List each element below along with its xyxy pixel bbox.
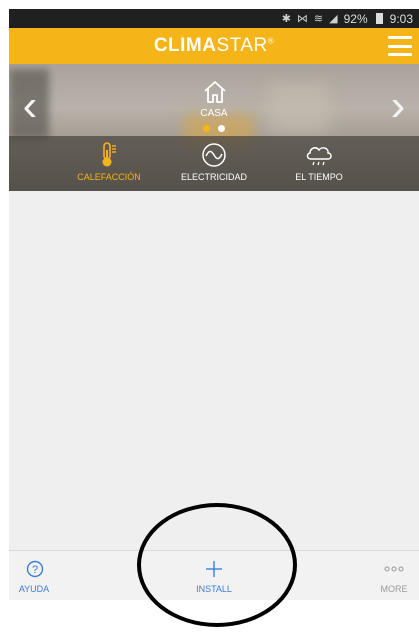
more-button[interactable]: MORE <box>369 551 419 600</box>
wifi-icon: ≋ <box>313 13 324 25</box>
app-screen: ✱ ⋈ ≋ ◢ 92% 9:03 CLIMASTAR® ‹ › CASA CAL… <box>9 9 419 600</box>
plus-icon <box>206 561 222 577</box>
tab-label: ELECTRICIDAD <box>180 172 247 182</box>
battery-level: 92% <box>343 11 368 26</box>
thermometer-icon <box>102 142 116 167</box>
chevron-left-icon[interactable]: ‹ <box>15 84 45 128</box>
help-button[interactable]: ? AYUDA <box>9 551 59 600</box>
weather-cloud-icon <box>306 147 332 166</box>
app-header: CLIMASTAR® <box>9 28 419 64</box>
battery-icon <box>375 13 383 24</box>
home-icon[interactable] <box>202 79 228 105</box>
location-carousel: ‹ › CASA CALEFACCIÓN ELECTRICIDAD EL TIE… <box>9 64 419 191</box>
install-label: INSTALL <box>196 584 232 594</box>
carousel-pager <box>9 125 419 132</box>
tab-el-tiempo[interactable]: EL TIEMPO <box>279 136 359 191</box>
chevron-right-icon[interactable]: › <box>383 84 413 128</box>
tab-label: CALEFACCIÓN <box>77 172 141 182</box>
clock: 9:03 <box>389 11 413 26</box>
category-tabs: CALEFACCIÓN ELECTRICIDAD EL TIEMPO <box>9 136 419 191</box>
signal-icon: ◢ <box>329 13 338 25</box>
more-dots-icon <box>384 566 404 572</box>
electricity-wave-icon <box>202 143 226 167</box>
tab-calefaccion[interactable]: CALEFACCIÓN <box>69 136 149 191</box>
bluetooth-icon: ✱ <box>281 13 291 25</box>
question-circle-icon: ? <box>26 560 44 578</box>
tab-label: EL TIEMPO <box>295 172 343 182</box>
hamburger-menu-icon[interactable] <box>388 36 412 56</box>
bottom-nav: ? AYUDA INSTALL MORE <box>9 550 419 600</box>
install-button[interactable]: INSTALL <box>179 551 249 600</box>
tab-electricidad[interactable]: ELECTRICIDAD <box>174 136 254 191</box>
brand-bold: CLIMA <box>153 35 217 56</box>
more-label: MORE <box>380 584 408 594</box>
brand-light: STAR <box>216 35 268 56</box>
svg-text:?: ? <box>32 564 38 576</box>
mute-icon: ⋈ <box>296 13 308 25</box>
pager-dot-active[interactable] <box>203 125 210 132</box>
status-bar: ✱ ⋈ ≋ ◢ 92% 9:03 <box>9 9 419 28</box>
pager-dot[interactable] <box>218 125 225 132</box>
brand-logo: CLIMASTAR® <box>154 35 274 57</box>
location-label: CASA <box>200 108 228 119</box>
help-label: AYUDA <box>18 584 50 594</box>
brand-mark: ® <box>267 36 275 46</box>
content-area <box>9 191 419 550</box>
